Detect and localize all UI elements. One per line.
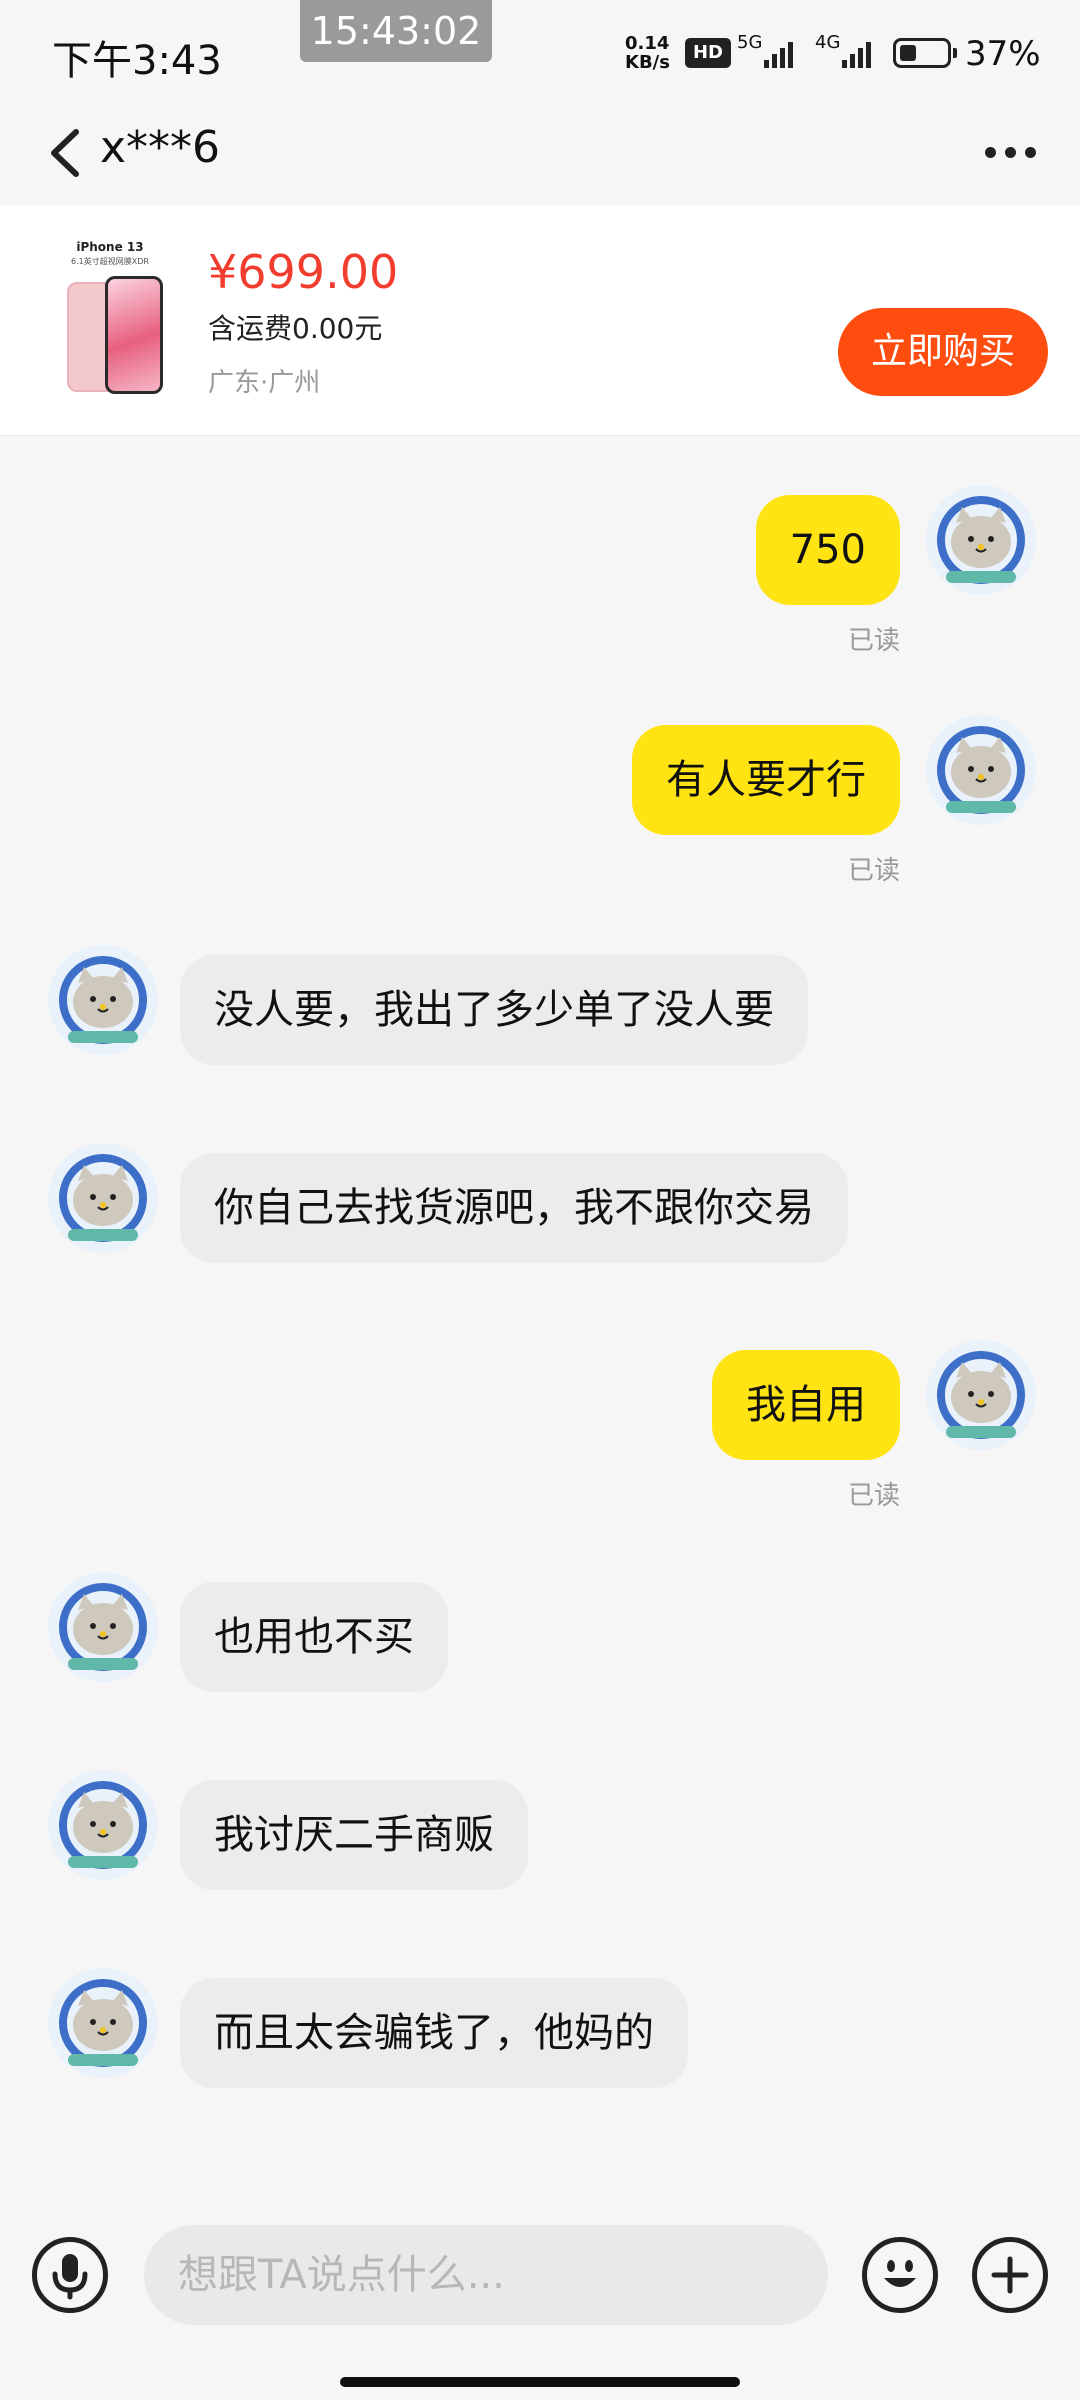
more-dots-icon [984, 147, 996, 158]
my-avatar[interactable] [926, 1340, 1036, 1450]
message-bubble-incoming[interactable]: 也用也不买 [180, 1582, 448, 1692]
contact-avatar[interactable] [48, 1770, 158, 1880]
battery-percent: 37% [965, 34, 1041, 74]
status-time: 下午3:43 [52, 38, 222, 84]
cat-avatar-icon [51, 1773, 155, 1877]
phone-front-shape [105, 276, 163, 394]
more-options-button[interactable] [975, 125, 1045, 180]
my-avatar[interactable] [926, 715, 1036, 825]
message-bubble-incoming[interactable]: 没人要，我出了多少单了没人要 [180, 955, 808, 1065]
product-image-title: iPhone 13 [76, 240, 144, 254]
message-bubble-incoming[interactable]: 你自己去找货源吧，我不跟你交易 [180, 1153, 848, 1263]
plus-icon [991, 2256, 1029, 2294]
read-status: 已读 [847, 626, 900, 656]
contact-avatar[interactable] [48, 1143, 158, 1253]
battery-fill [900, 45, 916, 61]
message-bubble-outgoing[interactable]: 750 [755, 495, 900, 605]
input-bar [0, 2215, 1080, 2400]
status-bar: 下午3:43 15:43:02 0.14 KB/s HD 5G 4G 37% [0, 0, 1080, 100]
buy-now-button[interactable]: 立即购买 [838, 308, 1048, 396]
network-type-5g: 5G [737, 32, 763, 53]
cat-avatar-icon [929, 1343, 1033, 1447]
read-status: 已读 [847, 1481, 900, 1511]
cat-avatar-icon [51, 1146, 155, 1250]
contact-name[interactable]: x***6 [100, 122, 220, 173]
hd-badge: HD [685, 38, 731, 68]
read-status: 已读 [847, 856, 900, 886]
microphone-icon [52, 2254, 88, 2300]
cat-avatar-icon [51, 1575, 155, 1679]
emoji-button[interactable] [862, 2237, 938, 2313]
product-image[interactable]: iPhone 13 6.1英寸超视网膜XDR [45, 240, 175, 394]
message-bubble-incoming[interactable]: 而且太会骗钱了，他妈的 [180, 1978, 688, 2088]
contact-avatar[interactable] [48, 945, 158, 1055]
voice-button[interactable] [32, 2237, 108, 2313]
signal-4g-icon [842, 38, 876, 68]
signal-5g-icon [764, 38, 798, 68]
message-bubble-incoming[interactable]: 我讨厌二手商贩 [180, 1780, 528, 1890]
screenshot-timestamp: 15:43:02 [300, 0, 492, 62]
message-input[interactable] [144, 2225, 828, 2325]
chevron-left-icon [51, 129, 79, 177]
contact-avatar[interactable] [48, 1572, 158, 1682]
network-speed-unit: KB/s [625, 52, 670, 73]
cat-avatar-icon [51, 1971, 155, 2075]
cat-avatar-icon [929, 488, 1033, 592]
product-card[interactable]: iPhone 13 6.1英寸超视网膜XDR ¥699.00 含运费0.00元 … [0, 205, 1080, 436]
network-type-4g: 4G [815, 32, 841, 53]
cat-avatar-icon [929, 718, 1033, 822]
emoji-icon [884, 2260, 916, 2287]
chat-header: x***6 [0, 100, 1080, 205]
network-speed-value: 0.14 [625, 33, 670, 54]
product-location: 广东·广州 [208, 368, 321, 398]
message-bubble-outgoing[interactable]: 我自用 [712, 1350, 900, 1460]
home-indicator[interactable] [340, 2377, 740, 2387]
cat-avatar-icon [51, 948, 155, 1052]
my-avatar[interactable] [926, 485, 1036, 595]
product-price: ¥699.00 [208, 245, 399, 299]
add-button[interactable] [972, 2237, 1048, 2313]
product-shipping: 含运费0.00元 [208, 312, 383, 345]
network-speed: 0.14 KB/s [625, 34, 670, 72]
contact-avatar[interactable] [48, 1968, 158, 2078]
battery-icon [893, 38, 957, 68]
message-bubble-outgoing[interactable]: 有人要才行 [632, 725, 900, 835]
message-list[interactable]: 750 已读 有人要才行 已读 没人要，我出了多少单了没人要 你自己去找货源吧，… [0, 435, 1080, 2215]
back-button[interactable] [40, 118, 100, 188]
product-image-subtitle: 6.1英寸超视网膜XDR [71, 257, 149, 266]
